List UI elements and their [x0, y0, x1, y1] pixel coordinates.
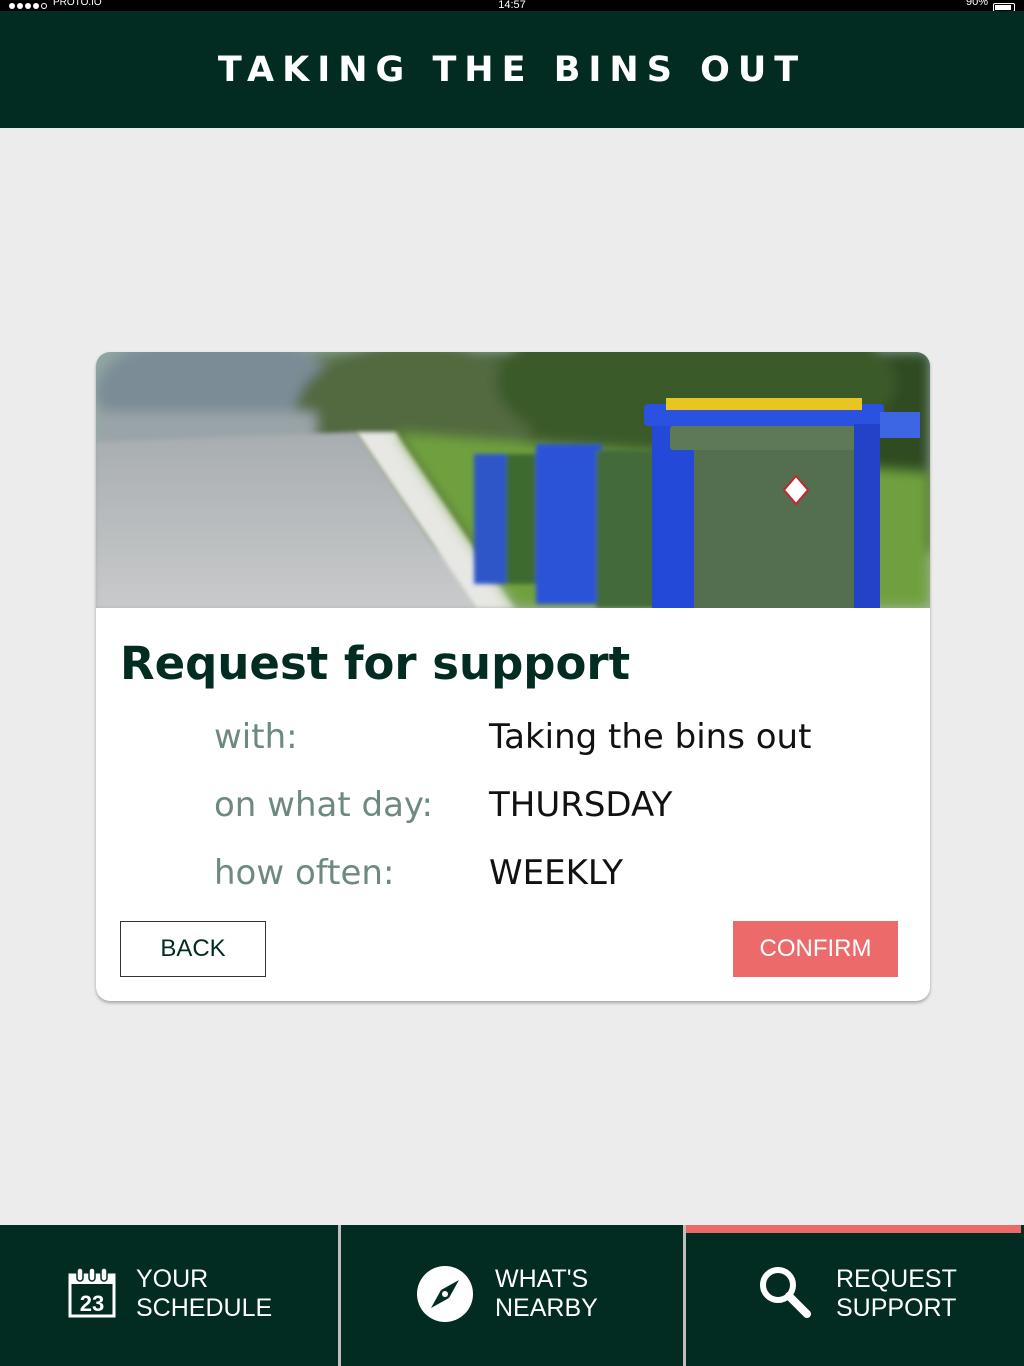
status-bar: PROTO.IO 14:57 90%	[0, 0, 1024, 12]
detail-row-with: with: Taking the bins out	[214, 712, 914, 762]
detail-row-frequency: how often: WEEKLY	[214, 848, 914, 898]
request-support-card: Request for support with: Taking the bin…	[96, 352, 930, 1001]
status-time: 14:57	[498, 0, 526, 11]
calendar-icon: 23	[68, 1268, 116, 1318]
frequency-value: WEEKLY	[489, 853, 624, 893]
calendar-day-number: 23	[80, 1291, 104, 1316]
with-label: with:	[214, 717, 298, 757]
bottom-nav: 23 YOUR SCHEDULE WHAT'S NEARBY REQUEST S…	[0, 1225, 1024, 1366]
frequency-label: how often:	[214, 853, 395, 893]
back-button[interactable]: BACK	[120, 921, 266, 977]
compass-icon	[417, 1266, 473, 1322]
battery-indicator: 90%	[965, 0, 1015, 12]
tab-your-schedule[interactable]: 23 YOUR SCHEDULE	[0, 1225, 338, 1366]
tab-request-support[interactable]: REQUEST SUPPORT	[686, 1225, 1024, 1366]
search-icon	[760, 1267, 811, 1318]
app-header: TAKING THE BINS OUT	[0, 11, 1024, 128]
detail-row-day: on what day: THURSDAY	[214, 780, 914, 830]
battery-percent: 90%	[965, 0, 988, 8]
active-tab-indicator	[686, 1225, 1021, 1233]
tab-whats-nearby[interactable]: WHAT'S NEARBY	[341, 1225, 683, 1366]
page-title: TAKING THE BINS OUT	[217, 49, 807, 90]
tab-request-support-label: REQUEST SUPPORT	[836, 1265, 957, 1322]
day-label: on what day:	[214, 785, 434, 825]
tab-your-schedule-label: YOUR SCHEDULE	[136, 1265, 273, 1322]
tab-whats-nearby-label: WHAT'S NEARBY	[495, 1265, 598, 1322]
card-title: Request for support	[120, 637, 631, 690]
day-value: THURSDAY	[489, 785, 673, 825]
wheelie-bins-photo	[96, 352, 930, 608]
with-value: Taking the bins out	[489, 717, 812, 757]
confirm-button[interactable]: CONFIRM	[733, 921, 898, 977]
